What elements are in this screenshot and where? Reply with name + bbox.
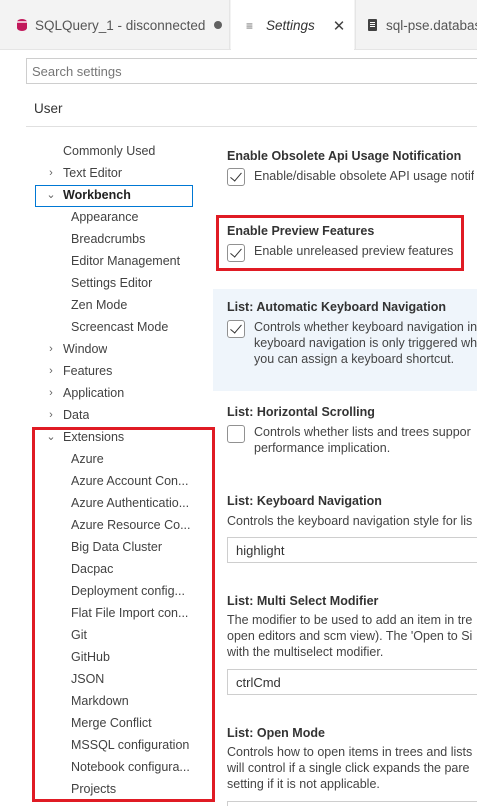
tab-sqlquery-label: SQLQuery_1 - disconnected [35, 17, 206, 33]
setting-description: Enable/disable obsolete API usage notif [254, 169, 475, 183]
setting-title: List: Automatic Keyboard Navigation [227, 300, 446, 314]
file-icon [366, 18, 380, 32]
setting-title-text: Automatic Keyboard Navigation [256, 300, 447, 314]
close-icon[interactable]: ✕ [333, 17, 346, 35]
setting-description: setting if it is not applicable. [227, 777, 380, 791]
editor-tab-bar: SQLQuery_1 - disconnected ≡ Settings ✕ s… [0, 0, 477, 51]
tab-sqlquery[interactable]: SQLQuery_1 - disconnected [0, 0, 230, 50]
setting-title: List: Multi Select Modifier [227, 594, 378, 608]
setting-description: Controls how to open items in trees and … [227, 745, 473, 759]
setting-description: Controls whether keyboard navigation in [254, 320, 477, 334]
search-settings-input[interactable] [26, 58, 477, 84]
toc-zen-mode[interactable]: Zen Mode [0, 294, 205, 316]
toc-label: Features [63, 364, 113, 378]
setting-description: open editors and scm view). The 'Open to… [227, 629, 473, 643]
toc-commonly-used[interactable]: Commonly Used [0, 140, 205, 162]
open-mode-select[interactable] [227, 801, 477, 806]
setting-obsolete-api: Enable Obsolete Api Usage Notification E… [213, 140, 477, 200]
unsaved-dot-icon[interactable] [214, 21, 223, 29]
horizontal-scrolling-checkbox[interactable] [227, 425, 245, 443]
obsolete-api-checkbox[interactable] [227, 168, 245, 186]
setting-description: you can assign a keyboard shortcut. [254, 352, 455, 366]
chevron-right-icon: › [49, 343, 53, 355]
setting-open-mode: List: Open Mode Controls how to open ite… [213, 717, 477, 806]
setting-description: will control if a single click expands t… [227, 761, 470, 775]
toc-text-editor[interactable]: › Text Editor [0, 162, 205, 184]
chevron-right-icon: › [49, 365, 53, 377]
toc-application[interactable]: › Application [0, 382, 205, 404]
settings-icon: ≡ [246, 18, 254, 33]
toc-label: Data [63, 408, 90, 422]
setting-title: Enable Obsolete Api Usage Notification [227, 149, 462, 163]
chevron-right-icon: › [49, 387, 53, 399]
setting-title: List: Keyboard Navigation [227, 494, 382, 508]
setting-category: List: [227, 405, 257, 419]
toc-label: Screencast Mode [71, 320, 169, 334]
setting-horizontal-scrolling: List: Horizontal Scrolling Controls whet… [213, 395, 477, 475]
setting-description: Controls whether lists and trees suppor [254, 425, 471, 439]
keyboard-navigation-select[interactable]: highlight [227, 537, 477, 563]
setting-description: Controls the keyboard navigation style f… [227, 514, 473, 528]
setting-description: The modifier to be used to add an item i… [227, 613, 473, 627]
toc-label: Zen Mode [71, 298, 128, 312]
toc-label: Commonly Used [63, 144, 156, 158]
scope-divider [26, 126, 477, 127]
toc-settings-editor[interactable]: Settings Editor [0, 272, 205, 294]
setting-title-text: Multi Select Modifier [256, 594, 379, 608]
setting-description: performance implication. [254, 441, 391, 455]
tab-settings[interactable]: ≡ Settings ✕ [231, 0, 354, 51]
toc-label: Settings Editor [71, 276, 153, 290]
setting-title-text: Keyboard Navigation [256, 494, 382, 508]
scope-tab-user[interactable]: User [34, 101, 63, 116]
setting-title-text: Open Mode [256, 726, 325, 740]
toc-screencast-mode[interactable]: Screencast Mode [0, 316, 205, 338]
setting-title: List: Horizontal Scrolling [227, 405, 375, 419]
multi-select-modifier-select[interactable]: ctrlCmd [227, 669, 477, 695]
automatic-keyboard-navigation-checkbox[interactable] [227, 320, 245, 338]
setting-multi-select-modifier: List: Multi Select Modifier The modifier… [213, 585, 477, 705]
tab-sql-pse-label: sql-pse.databas [386, 17, 477, 33]
toc-label: Editor Management [71, 254, 181, 268]
chevron-right-icon: › [49, 167, 53, 179]
database-icon [15, 18, 29, 32]
toc-window[interactable]: › Window [0, 338, 205, 360]
setting-automatic-keyboard-navigation[interactable]: List: Automatic Keyboard Navigation Cont… [213, 289, 477, 391]
preview-features-checkbox[interactable] [227, 244, 245, 262]
extensions-highlight-box [32, 427, 215, 802]
toc-breadcrumbs[interactable]: Breadcrumbs [0, 228, 205, 250]
setting-category: List: [227, 594, 257, 608]
tab-settings-label: Settings [266, 18, 315, 33]
setting-keyboard-navigation: List: Keyboard Navigation Controls the k… [213, 485, 477, 575]
setting-category: List: [227, 300, 257, 314]
toc-features[interactable]: › Features [0, 360, 205, 382]
toc-editor-management[interactable]: Editor Management [0, 250, 205, 272]
setting-description: with the multiselect modifier. [227, 645, 384, 659]
toc-label: Window [63, 342, 108, 356]
chevron-right-icon: › [49, 409, 53, 421]
tab-sql-pse[interactable]: sql-pse.databas [355, 0, 477, 50]
toc-appearance[interactable]: Appearance [0, 206, 205, 228]
setting-category: List: [227, 494, 257, 508]
setting-title: List: Open Mode [227, 726, 325, 740]
toc-focus-outline [35, 185, 193, 207]
toc-data[interactable]: › Data [0, 404, 205, 426]
toc-label: Text Editor [63, 166, 123, 180]
setting-preview-features: Enable Preview Features Enable unrelease… [213, 216, 477, 272]
setting-description: keyboard navigation is only triggered wh [254, 336, 477, 350]
setting-title-text: Horizontal Scrolling [256, 405, 375, 419]
toc-label: Appearance [71, 210, 139, 224]
setting-title: Enable Preview Features [227, 224, 375, 238]
toc-label: Application [63, 386, 125, 400]
toc-label: Breadcrumbs [71, 232, 146, 246]
setting-category: List: [227, 726, 257, 740]
setting-description: Enable unreleased preview features [254, 244, 454, 258]
